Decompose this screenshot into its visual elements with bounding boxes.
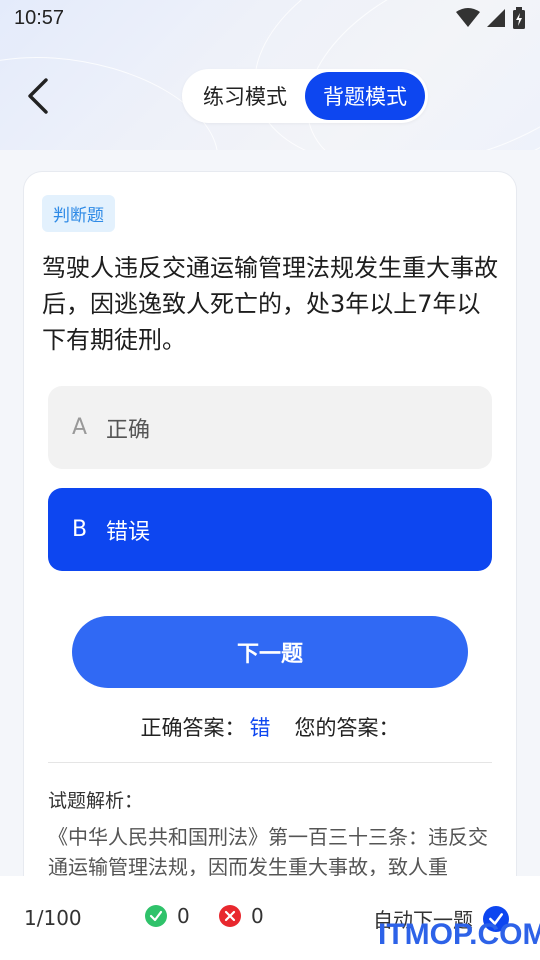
back-button[interactable] <box>18 74 58 118</box>
chevron-left-icon <box>28 78 48 114</box>
question-type-badge: 判断题 <box>42 195 115 232</box>
mode-switch: 练习模式 背题模式 <box>182 69 428 123</box>
watermark-logo: ITMOP.COM <box>378 918 540 951</box>
question-progress[interactable]: 1/100 <box>24 906 82 930</box>
tab-memorize-mode[interactable]: 背题模式 <box>305 72 425 120</box>
question-card: 判断题 驾驶人违反交通运输管理法规发生重大事故后，因逃逸致人死亡的，处3年以上7… <box>24 172 516 912</box>
your-answer-label: 您的答案： <box>294 716 400 740</box>
option-a[interactable]: A 正确 <box>48 386 492 469</box>
analysis-title: 试题解析： <box>48 790 144 812</box>
tab-practice-mode[interactable]: 练习模式 <box>185 72 305 120</box>
status-bar: 10:57 <box>0 0 540 36</box>
cross-circle-icon <box>219 905 241 927</box>
check-circle-icon <box>145 905 167 927</box>
signal-icon <box>487 9 505 27</box>
correct-answer-label: 正确答案： <box>140 716 246 740</box>
option-b[interactable]: B 错误 <box>48 488 492 571</box>
divider <box>48 762 492 763</box>
correct-answer-value: 错 <box>249 716 271 740</box>
option-letter: B <box>72 517 88 542</box>
correct-count: 0 <box>177 904 190 928</box>
battery-icon <box>513 7 525 29</box>
status-icons <box>456 7 526 29</box>
option-letter: A <box>72 415 88 440</box>
wrong-count: 0 <box>251 904 264 928</box>
question-text: 驾驶人违反交通运输管理法规发生重大事故后，因逃逸致人死亡的，处3年以上7年以下有… <box>42 254 498 354</box>
analysis-text: 《中华人民共和国刑法》第一百三十三条：违反交通运输管理法规，因而发生重大事故，致… <box>48 825 488 879</box>
status-time: 10:57 <box>14 6 65 29</box>
option-text: 正确 <box>106 417 151 443</box>
wrong-count-stat: 0 <box>219 904 264 928</box>
answer-line: 正确答案：错您的答案： <box>24 712 516 742</box>
correct-count-stat: 0 <box>145 904 190 928</box>
option-text: 错误 <box>106 519 151 545</box>
next-question-button[interactable]: 下一题 <box>72 616 468 688</box>
wifi-icon <box>456 8 480 27</box>
